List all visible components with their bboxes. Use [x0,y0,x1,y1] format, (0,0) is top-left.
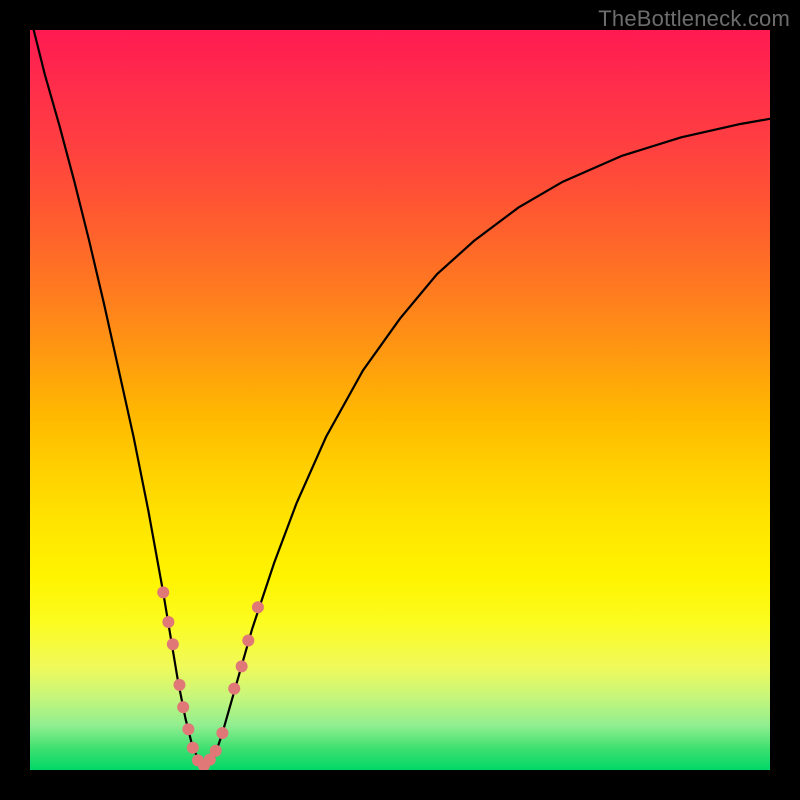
marker-dot [182,723,194,735]
marker-dot [252,601,264,613]
marker-dot [242,635,254,647]
chart-frame: TheBottleneck.com [0,0,800,800]
marker-dot [187,742,199,754]
watermark-text: TheBottleneck.com [598,6,790,32]
plot-area [30,30,770,770]
marker-dot [216,727,228,739]
marker-dot [173,679,185,691]
marker-dot [162,616,174,628]
marker-dot [177,701,189,713]
marker-dot [167,638,179,650]
bottleneck-curve [34,30,770,766]
marker-dot [236,660,248,672]
marker-dot [157,586,169,598]
marker-group [157,586,264,770]
marker-dot [228,683,240,695]
marker-dot [210,745,222,757]
chart-svg [30,30,770,770]
